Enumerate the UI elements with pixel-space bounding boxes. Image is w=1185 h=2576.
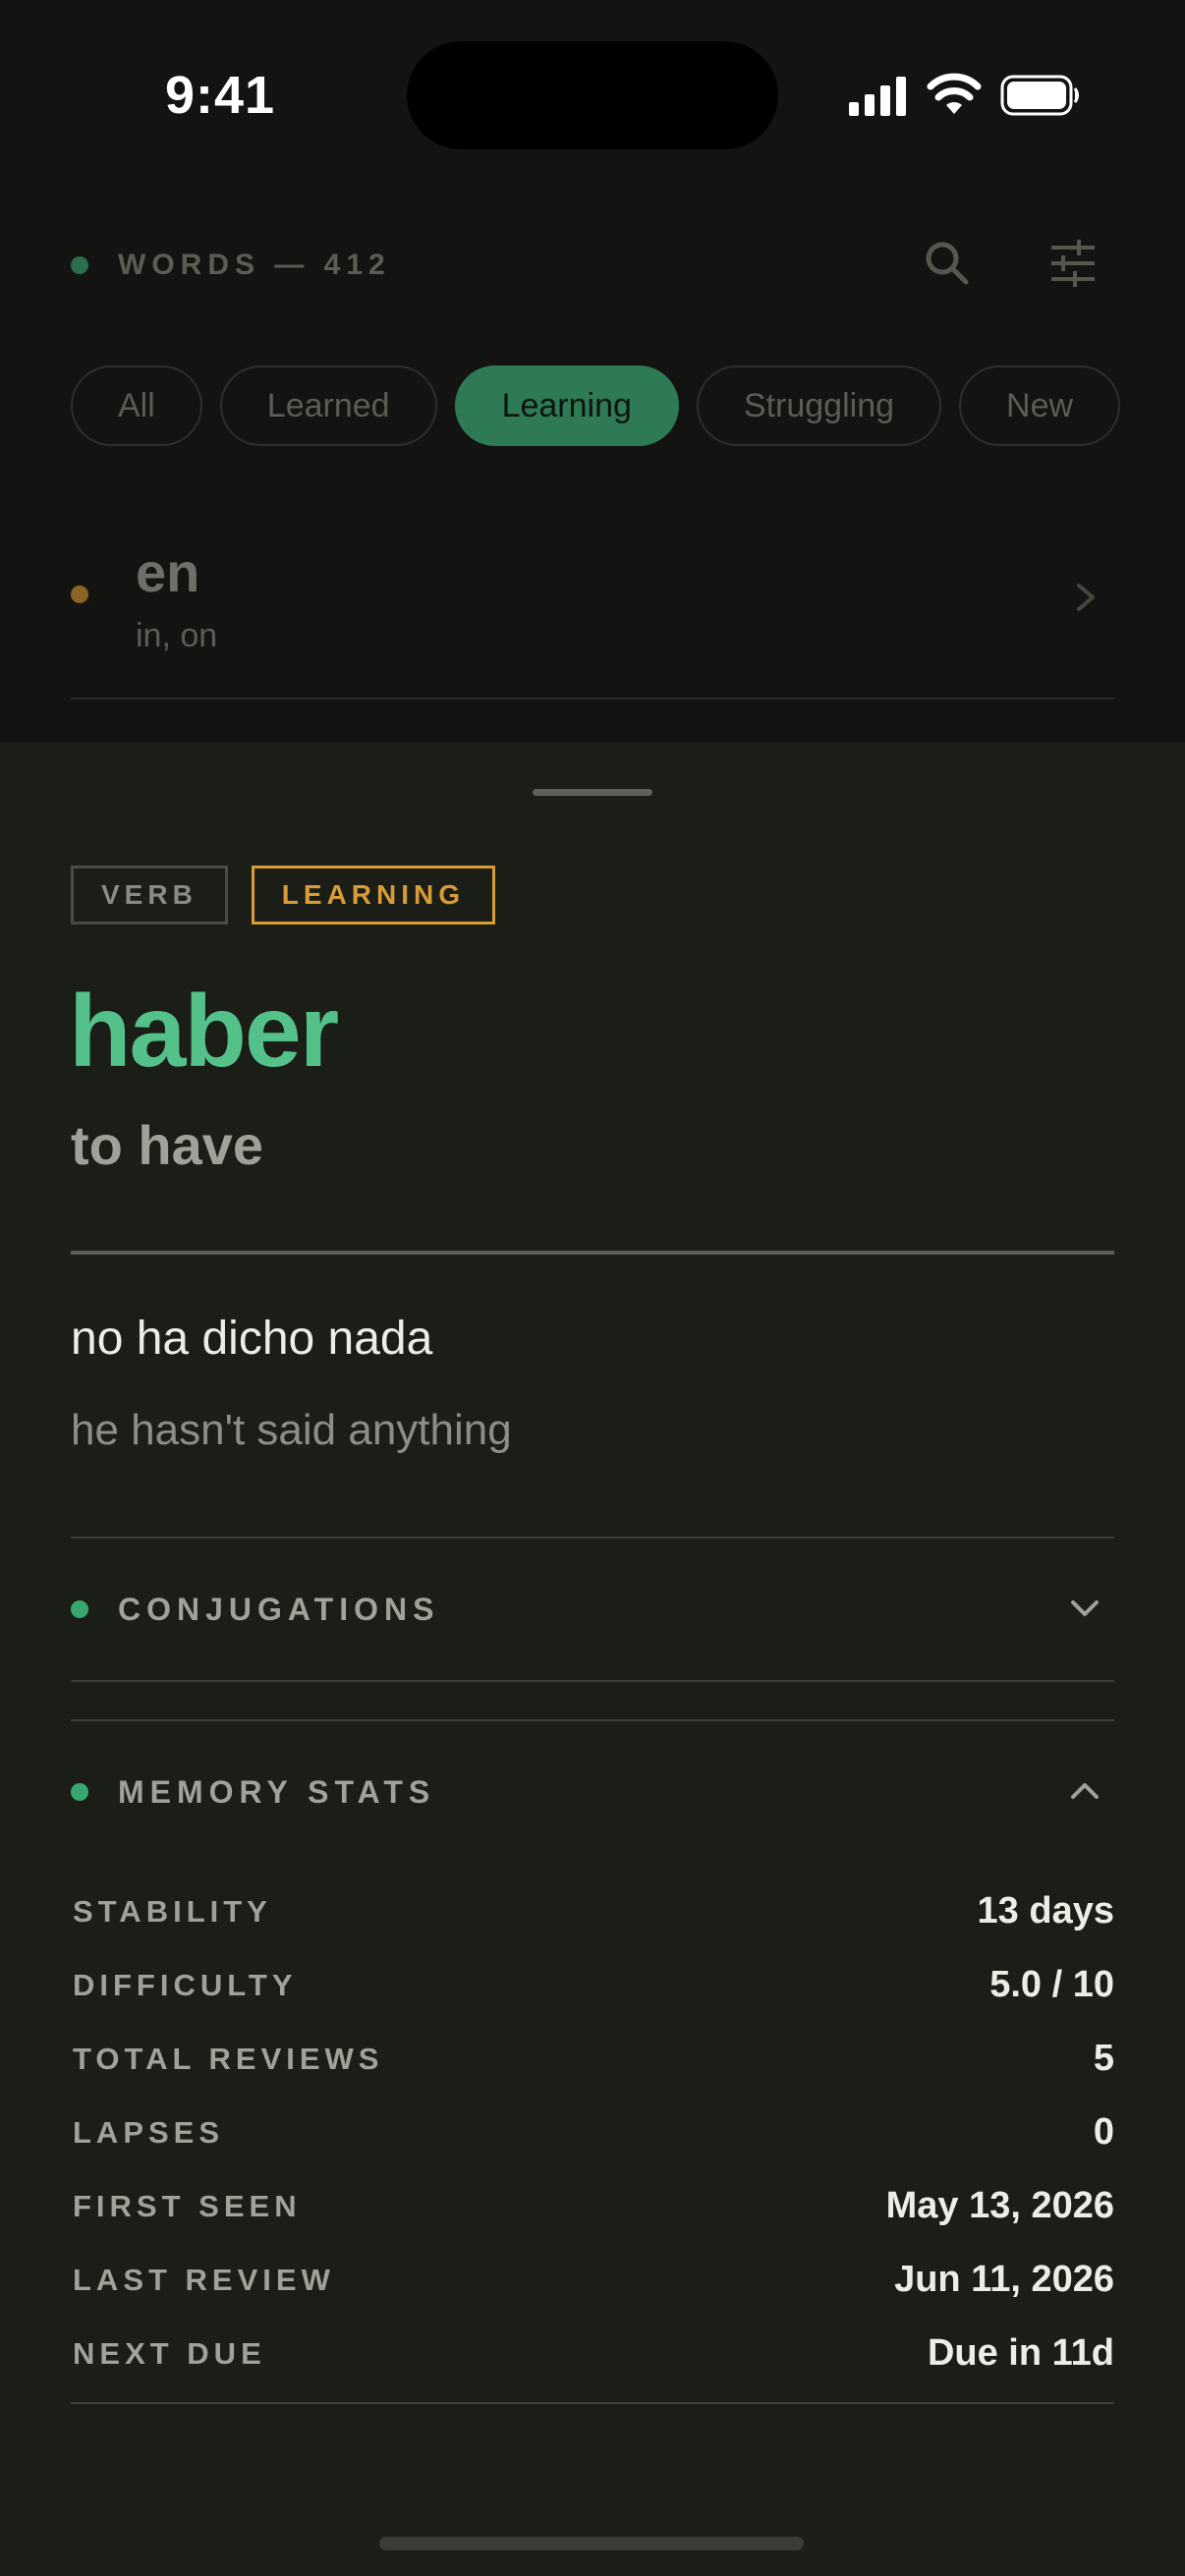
divider <box>71 1537 1114 1539</box>
stat-row-first-seen: FIRST SEEN May 13, 2026 <box>71 2169 1114 2243</box>
divider <box>71 1719 1114 1721</box>
stat-value: 5.0 / 10 <box>989 1964 1114 2005</box>
stat-row-next-due: NEXT DUE Due in 11d <box>71 2317 1114 2390</box>
stat-value: 0 <box>1093 2111 1114 2153</box>
sheet-grabber[interactable] <box>533 789 652 796</box>
stat-label: TOTAL REVIEWS <box>73 2041 384 2076</box>
stat-row-lapses: LAPSES 0 <box>71 2096 1114 2169</box>
list-item-translation: in, on <box>136 617 218 654</box>
stat-row-stability: STABILITY 13 days <box>71 1875 1114 1948</box>
chevron-down-icon <box>1071 1600 1099 1616</box>
stat-value: 5 <box>1093 2038 1114 2079</box>
filter-chips: All Learned Learning Struggling New <box>71 365 1121 446</box>
chevron-right-icon <box>1077 584 1095 611</box>
stat-value: May 13, 2026 <box>885 2185 1114 2226</box>
status-bar: 9:41 <box>0 0 1185 187</box>
memory-stats-label: MEMORY STATS <box>118 1773 436 1810</box>
dynamic-island <box>407 41 778 149</box>
filter-chip-struggling[interactable]: Struggling <box>696 365 942 446</box>
conjugations-label: CONJUGATIONS <box>118 1591 440 1627</box>
words-header: WORDS — 412 <box>71 244 391 287</box>
stat-row-total-reviews: TOTAL REVIEWS 5 <box>71 2022 1114 2096</box>
stat-value: 13 days <box>977 1890 1114 1932</box>
part-of-speech-badge: VERB <box>71 866 228 924</box>
conjugations-toggle[interactable]: CONJUGATIONS <box>71 1580 1114 1639</box>
search-icon[interactable] <box>920 236 975 291</box>
words-count-title: WORDS — 412 <box>118 249 391 281</box>
sliders-icon[interactable] <box>1045 236 1100 291</box>
word-detail-sheet: VERB LEARNING haber to have no ha dicho … <box>0 742 1185 2576</box>
divider <box>71 1251 1114 1255</box>
section-dot <box>71 1600 88 1618</box>
section-dot <box>71 1783 88 1801</box>
chevron-up-icon <box>1071 1783 1099 1799</box>
status-dot <box>71 256 88 274</box>
example-translation: he hasn't said anything <box>71 1406 512 1454</box>
headword: haber <box>69 975 339 1089</box>
filter-chip-all[interactable]: All <box>71 365 202 446</box>
filter-chip-learned[interactable]: Learned <box>219 365 437 446</box>
stat-label: NEXT DUE <box>73 2335 266 2371</box>
list-item-word: en <box>136 541 200 603</box>
stat-label: FIRST SEEN <box>73 2188 302 2223</box>
memory-stats-table: STABILITY 13 days DIFFICULTY 5.0 / 10 TO… <box>71 1875 1114 2390</box>
word-translation: to have <box>71 1114 264 1176</box>
memory-stats-toggle[interactable]: MEMORY STATS <box>71 1763 1114 1821</box>
word-status-dot <box>71 586 88 603</box>
stat-label: STABILITY <box>73 1893 272 1929</box>
word-tags: VERB LEARNING <box>71 866 496 924</box>
filter-chip-new[interactable]: New <box>959 365 1121 446</box>
divider <box>71 1680 1114 1682</box>
status-badge: LEARNING <box>251 866 496 924</box>
words-screen: 9:41 WORDS — 412 All Learned Learning St… <box>0 0 1185 742</box>
filter-chip-learning[interactable]: Learning <box>454 365 679 446</box>
stat-row-last-review: LAST REVIEW Jun 11, 2026 <box>71 2243 1114 2317</box>
stat-label: LAST REVIEW <box>73 2262 335 2297</box>
wifi-icon <box>927 73 982 114</box>
status-time: 9:41 <box>165 66 276 125</box>
stat-row-difficulty: DIFFICULTY 5.0 / 10 <box>71 1948 1114 2022</box>
stat-label: DIFFICULTY <box>73 1967 298 2002</box>
stat-value: Jun 11, 2026 <box>894 2259 1114 2300</box>
home-indicator[interactable] <box>379 2537 804 2550</box>
stat-value: Due in 11d <box>927 2332 1114 2374</box>
divider <box>71 2402 1114 2404</box>
signal-icon <box>849 77 906 116</box>
list-item[interactable]: en in, on <box>71 538 1114 700</box>
example-sentence: no ha dicho nada <box>71 1313 433 1365</box>
battery-icon <box>1000 75 1079 116</box>
stat-label: LAPSES <box>73 2114 225 2150</box>
